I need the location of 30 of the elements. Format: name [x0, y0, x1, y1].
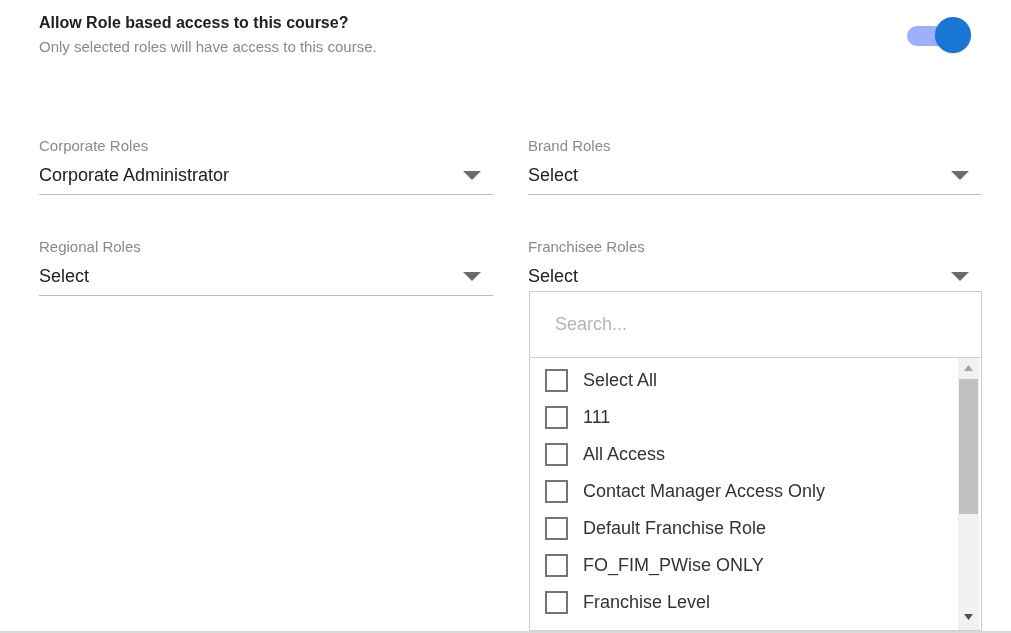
- checkbox[interactable]: [545, 406, 568, 429]
- role-option[interactable]: FO_FIM_PWise ONLY: [530, 547, 958, 584]
- select-field[interactable]: Select: [528, 156, 981, 195]
- dropdown-caret-icon: [951, 170, 969, 180]
- dropdown-caret-icon: [463, 170, 481, 180]
- select-field[interactable]: Select: [39, 257, 493, 296]
- role-option[interactable]: Default Franchise Role: [530, 510, 958, 547]
- role-option[interactable]: Select All: [530, 362, 958, 399]
- section-description: Only selected roles will have access to this course.: [39, 37, 377, 57]
- field-label: Regional Roles: [39, 237, 142, 257]
- section-title: Allow Role based access to this course?: [39, 13, 350, 33]
- checkbox[interactable]: [545, 591, 568, 614]
- checkbox[interactable]: [545, 517, 568, 540]
- toggle-switch[interactable]: [907, 15, 973, 51]
- field-label: Corporate Roles: [39, 136, 150, 156]
- scroll-down-icon[interactable]: [964, 614, 973, 620]
- dropdown-caret-icon: [463, 271, 481, 281]
- checkbox[interactable]: [545, 554, 568, 577]
- role-option[interactable]: 111: [530, 399, 958, 436]
- scrollbar[interactable]: [958, 358, 979, 630]
- checkbox[interactable]: [545, 369, 568, 392]
- field-label: Brand Roles: [528, 136, 612, 156]
- role-option[interactable]: Franchise Level: [530, 584, 958, 621]
- role-option[interactable]: All Access: [530, 436, 958, 473]
- checkbox[interactable]: [545, 443, 568, 466]
- checkbox[interactable]: [545, 480, 568, 503]
- field-label: Franchisee Roles: [528, 237, 646, 257]
- role-option[interactable]: Contact Manager Access Only: [530, 473, 958, 510]
- select-field[interactable]: Corporate Administrator: [39, 156, 493, 195]
- dropdown-caret-icon: [951, 271, 969, 281]
